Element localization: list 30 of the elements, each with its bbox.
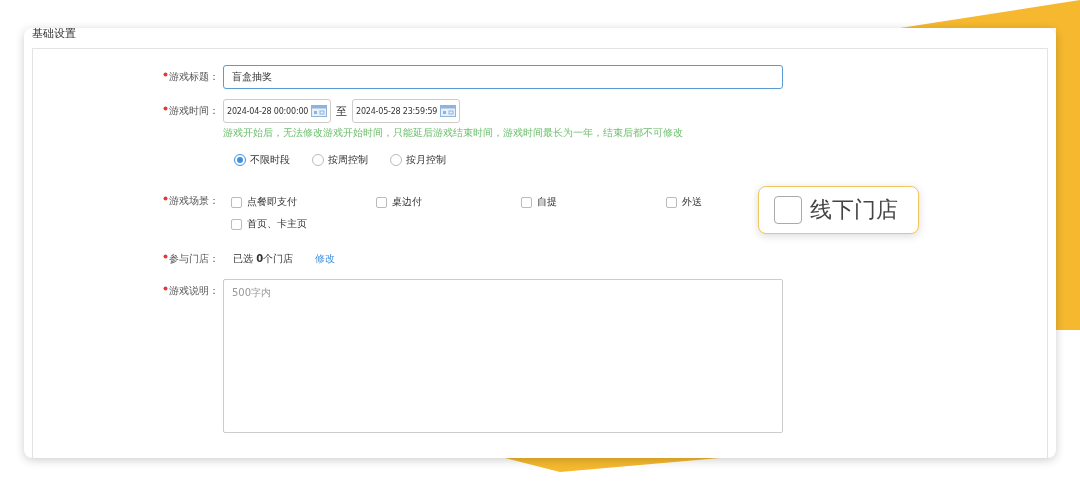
hint-text: 游戏开始后，无法修改游戏开始时间，只能延后游戏结束时间，游戏时间最长为一年，结束后都不可修改 [223, 127, 684, 140]
checkbox-label: 点餐即支付 [247, 195, 297, 209]
field-label: 游戏时间： [169, 104, 219, 118]
checkbox[interactable] [774, 196, 802, 224]
range-separator: 至 [336, 103, 347, 119]
checkbox[interactable] [231, 218, 242, 230]
start-date-field[interactable]: 2024-04-28 00:00:00 [223, 99, 331, 123]
radio-label: 按月控制 [406, 153, 446, 167]
title-input[interactable]: 盲盒抽奖 [223, 65, 783, 89]
edit-link[interactable]: 修改 [315, 252, 336, 266]
field-label: 游戏说明： [169, 284, 219, 298]
checkbox[interactable] [666, 196, 677, 208]
radio-label: 按周控制 [328, 153, 368, 167]
section-title: 基础设置 [32, 28, 77, 42]
field-label: 参与门店： [169, 252, 219, 266]
checkbox[interactable] [231, 196, 242, 208]
calendar-icon[interactable] [440, 105, 456, 117]
field-label: 游戏标题： [169, 70, 219, 84]
field-label: 游戏场景： [169, 194, 219, 208]
radio-label: 不限时段 [250, 153, 290, 167]
checkbox-label: 自提 [537, 195, 557, 209]
checkbox-label: 线下门店 [810, 196, 898, 224]
store-summary: 已选 0个门店 [233, 252, 294, 266]
checkbox[interactable] [521, 196, 532, 208]
checkbox-label: 外送 [682, 195, 702, 209]
checkbox[interactable] [376, 196, 387, 208]
checkbox-label: 首页、卡主页 [247, 217, 307, 231]
checkbox-label: 桌边付 [392, 195, 422, 209]
end-date-field[interactable]: 2024-05-28 23:59:59 [352, 99, 460, 123]
calendar-icon[interactable] [311, 105, 327, 117]
